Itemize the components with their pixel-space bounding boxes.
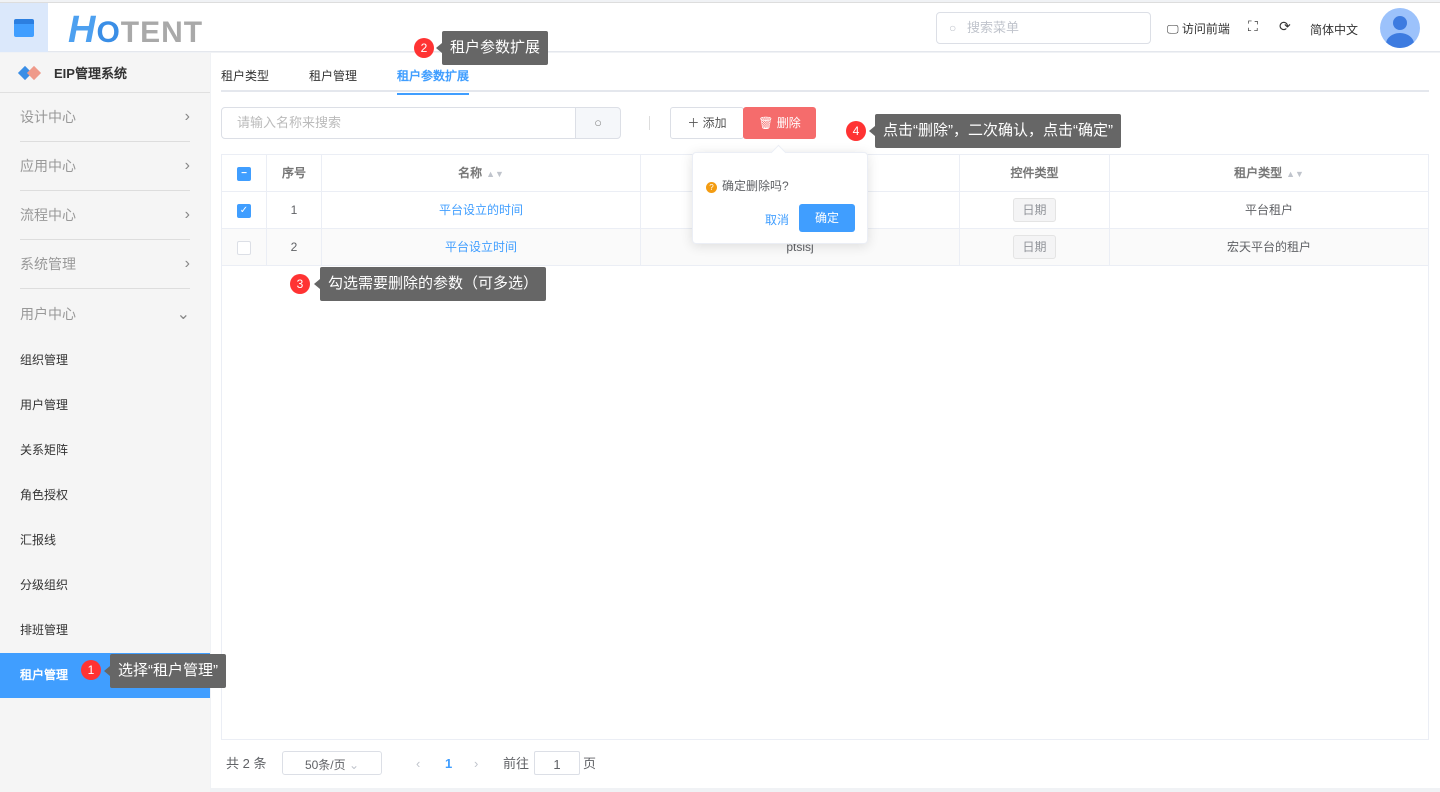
header-tenant-type[interactable]: 租户类型 ▲▼	[1110, 155, 1428, 191]
cancel-button[interactable]: 取消	[765, 211, 789, 228]
step-badge: 3	[290, 274, 310, 294]
user-avatar[interactable]	[1380, 8, 1420, 48]
row-control: 日期	[960, 229, 1110, 265]
row-tenant: 平台租户	[1244, 203, 1293, 217]
total-count: 共 2 条	[226, 756, 267, 771]
search-icon: ○	[594, 115, 602, 130]
tab-tenant-params[interactable]: 租户参数扩展	[397, 67, 470, 95]
refresh-icon[interactable]: ⟳	[1279, 18, 1291, 35]
search-icon: ○	[949, 21, 957, 35]
goto-page-input[interactable]: 1	[534, 751, 580, 775]
annotation-tooltip: 租户参数扩展	[435, 31, 549, 65]
sidebar-item-users[interactable]: 用户管理	[0, 383, 210, 428]
row-control: 日期	[960, 192, 1110, 228]
sidebar-group-flow[interactable]: 流程中心 ›	[20, 191, 190, 240]
step-badge: 4	[846, 121, 866, 141]
sidebar-group-app[interactable]: 应用中心 ›	[20, 142, 190, 191]
sort-icon: ▲▼	[1286, 169, 1304, 179]
question-icon: ?	[706, 182, 717, 193]
hotent-logo: HOTENT	[68, 9, 204, 51]
step-badge: 1	[81, 660, 101, 680]
system-logo-icon	[20, 66, 42, 80]
page-size-select[interactable]: 50条/页 ⌄	[282, 751, 382, 775]
select-all-checkbox[interactable]: −	[222, 155, 267, 191]
annotation-tooltip: 选择“租户管理”	[104, 654, 226, 688]
chevron-right-icon: ›	[184, 206, 190, 223]
chevron-right-icon: ›	[184, 108, 190, 125]
annotation-tooltip: 勾选需要删除的参数（可多选）	[313, 267, 547, 301]
top-header: HOTENT ○ 搜索菜单 🖵 访问前端 ⛶ ⟳ 简体中文	[0, 2, 1440, 52]
chevron-down-icon: ⌄	[176, 305, 190, 323]
window-icon	[14, 18, 34, 37]
name-search-input[interactable]: 请输入名称来搜索	[221, 107, 576, 139]
sidebar-item-org[interactable]: 组织管理	[0, 338, 210, 383]
step-badge: 2	[414, 38, 434, 58]
trash-icon: 🗑	[758, 116, 774, 130]
sidebar-group-user[interactable]: 用户中心 ⌄	[20, 289, 190, 338]
chevron-right-icon: ›	[184, 157, 190, 174]
check-icon: ✓	[237, 203, 251, 218]
sidebar-item-matrix[interactable]: 关系矩阵	[0, 428, 210, 473]
row-index: 2	[267, 229, 322, 265]
tab-tenant-manage[interactable]: 租户管理	[309, 67, 357, 84]
row-checkbox[interactable]: ✓	[222, 192, 267, 228]
header-index: 序号	[267, 155, 322, 191]
row-checkbox[interactable]	[222, 229, 267, 265]
header-control-type: 控件类型	[960, 155, 1110, 191]
sidebar-item-graded-org[interactable]: 分级组织	[0, 563, 210, 608]
sort-icon: ▲▼	[486, 169, 504, 179]
plus-icon: ＋	[687, 116, 700, 130]
sidebar-group-system[interactable]: 系统管理 ›	[20, 240, 190, 289]
search-button[interactable]: ○	[575, 107, 621, 139]
next-page-button[interactable]: ›	[474, 751, 478, 777]
prev-page-button[interactable]: ‹	[416, 751, 420, 777]
chevron-down-icon: ⌄	[348, 758, 360, 772]
delete-confirm-popover: ? 确定删除吗? 取消 确定	[692, 152, 868, 244]
menu-search-input[interactable]: ○ 搜索菜单	[936, 12, 1151, 44]
chevron-right-icon: ›	[184, 255, 190, 272]
row-name-link[interactable]: 平台设立时间	[322, 229, 641, 265]
page-number[interactable]: 1	[445, 751, 452, 777]
sidebar-item-schedule[interactable]: 排班管理	[0, 608, 210, 653]
add-button[interactable]: ＋ 添加	[670, 107, 744, 139]
sidebar-group-design[interactable]: 设计中心 ›	[20, 93, 190, 142]
page-unit-label: 页	[583, 756, 597, 771]
divider	[649, 116, 650, 130]
menu-toggle-button[interactable]	[0, 3, 48, 52]
monitor-icon: 🖵	[1167, 22, 1179, 36]
sidebar-item-report-line[interactable]: 汇报线	[0, 518, 210, 563]
sidebar-item-roles[interactable]: 角色授权	[0, 473, 210, 518]
row-index: 1	[267, 192, 322, 228]
tab-tenant-type[interactable]: 租户类型	[221, 67, 269, 84]
row-name-link[interactable]: 平台设立的时间	[322, 192, 641, 228]
visit-frontend-link[interactable]: 🖵 访问前端	[1167, 20, 1230, 37]
delete-button[interactable]: 🗑 删除	[743, 107, 816, 139]
row-tenant: 宏天平台的租户	[1226, 240, 1311, 254]
system-title: EIP管理系统	[0, 53, 210, 93]
confirm-button[interactable]: 确定	[799, 204, 855, 232]
goto-label: 前往	[503, 756, 530, 771]
header-name[interactable]: 名称 ▲▼	[322, 155, 641, 191]
annotation-tooltip: 点击“删除”，二次确认，点击“确定”	[869, 114, 1121, 148]
language-select[interactable]: 简体中文	[1310, 21, 1358, 38]
fullscreen-icon[interactable]: ⛶	[1248, 18, 1258, 35]
tabs: 租户类型 租户管理 租户参数扩展	[221, 53, 1429, 95]
